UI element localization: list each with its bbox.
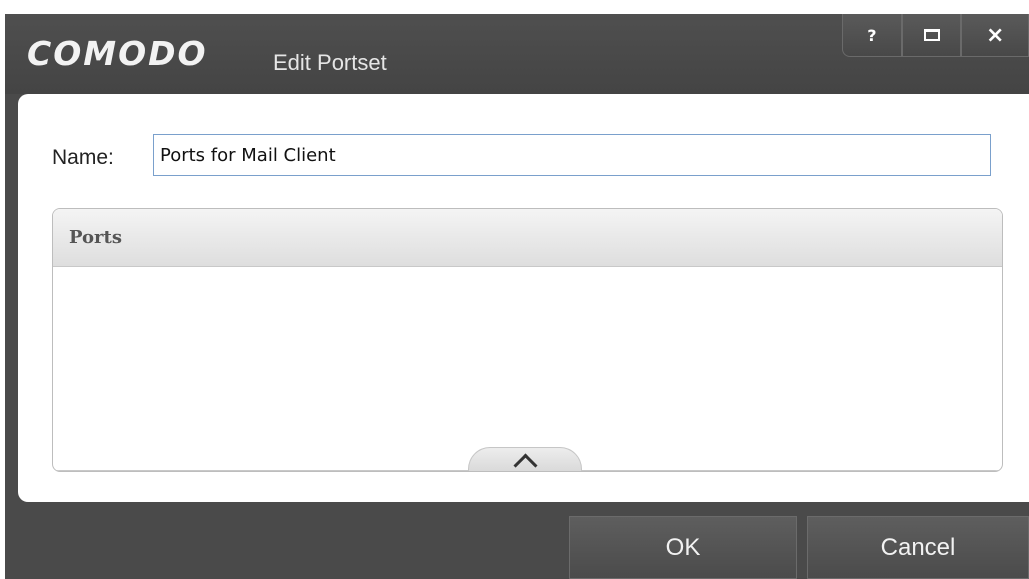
collapse-toggle[interactable] <box>468 447 582 471</box>
ports-panel: Ports <box>52 208 1003 472</box>
close-icon: × <box>985 22 1005 48</box>
name-label: Name: <box>52 146 114 169</box>
ports-list[interactable] <box>53 267 1002 471</box>
name-input[interactable] <box>153 134 991 176</box>
close-button[interactable]: × <box>961 14 1029 57</box>
ports-title: Ports <box>69 227 122 248</box>
cancel-button[interactable]: Cancel <box>807 516 1029 579</box>
help-button[interactable]: ? <box>842 14 902 57</box>
edit-portset-dialog: COMODO Edit Portset ? × Name: Ports for … <box>5 14 1029 579</box>
maximize-button[interactable] <box>901 14 962 57</box>
title-bar: COMODO Edit Portset ? × <box>5 14 1029 94</box>
window-controls: ? × <box>842 14 1029 58</box>
maximize-icon <box>923 29 940 41</box>
question-mark-icon: ? <box>867 25 877 45</box>
comodo-logo: COMODO <box>27 34 208 73</box>
ports-header: Ports <box>53 209 1002 267</box>
dialog-title: Edit Portset <box>273 50 387 75</box>
chevron-up-icon <box>512 452 538 471</box>
content-panel: Name: Ports <box>18 94 1029 502</box>
ok-button[interactable]: OK <box>569 516 797 579</box>
